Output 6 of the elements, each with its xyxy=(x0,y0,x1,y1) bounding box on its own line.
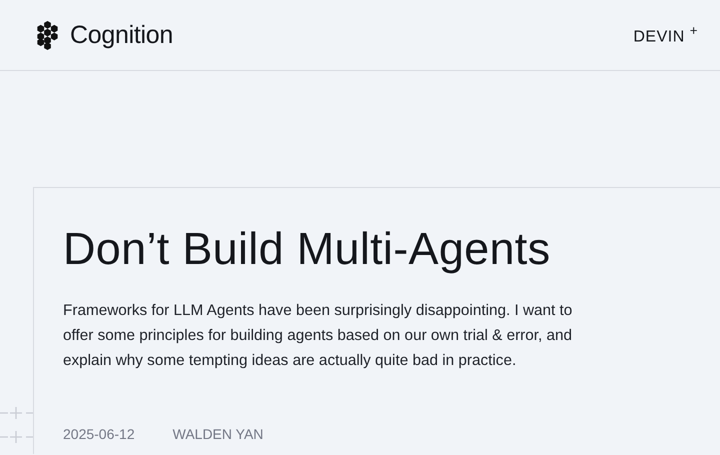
devin-link[interactable]: DEVIN $^{+}$ xyxy=(633,23,698,47)
article-summary: Frameworks for LLM Agents have been surprisingly disappointing. I want to offer some principles for building agents based on our own trial & error, and explain why some tempting ideas are actually quite bad in practice. xyxy=(63,301,574,371)
publish-date: 2025-06-12 xyxy=(63,426,135,442)
article-title: Don’t Build Multi-Agents xyxy=(63,222,552,276)
author-name: WALDEN YAN xyxy=(172,426,264,442)
logo-wordmark[interactable]: Cognition xyxy=(70,20,173,50)
